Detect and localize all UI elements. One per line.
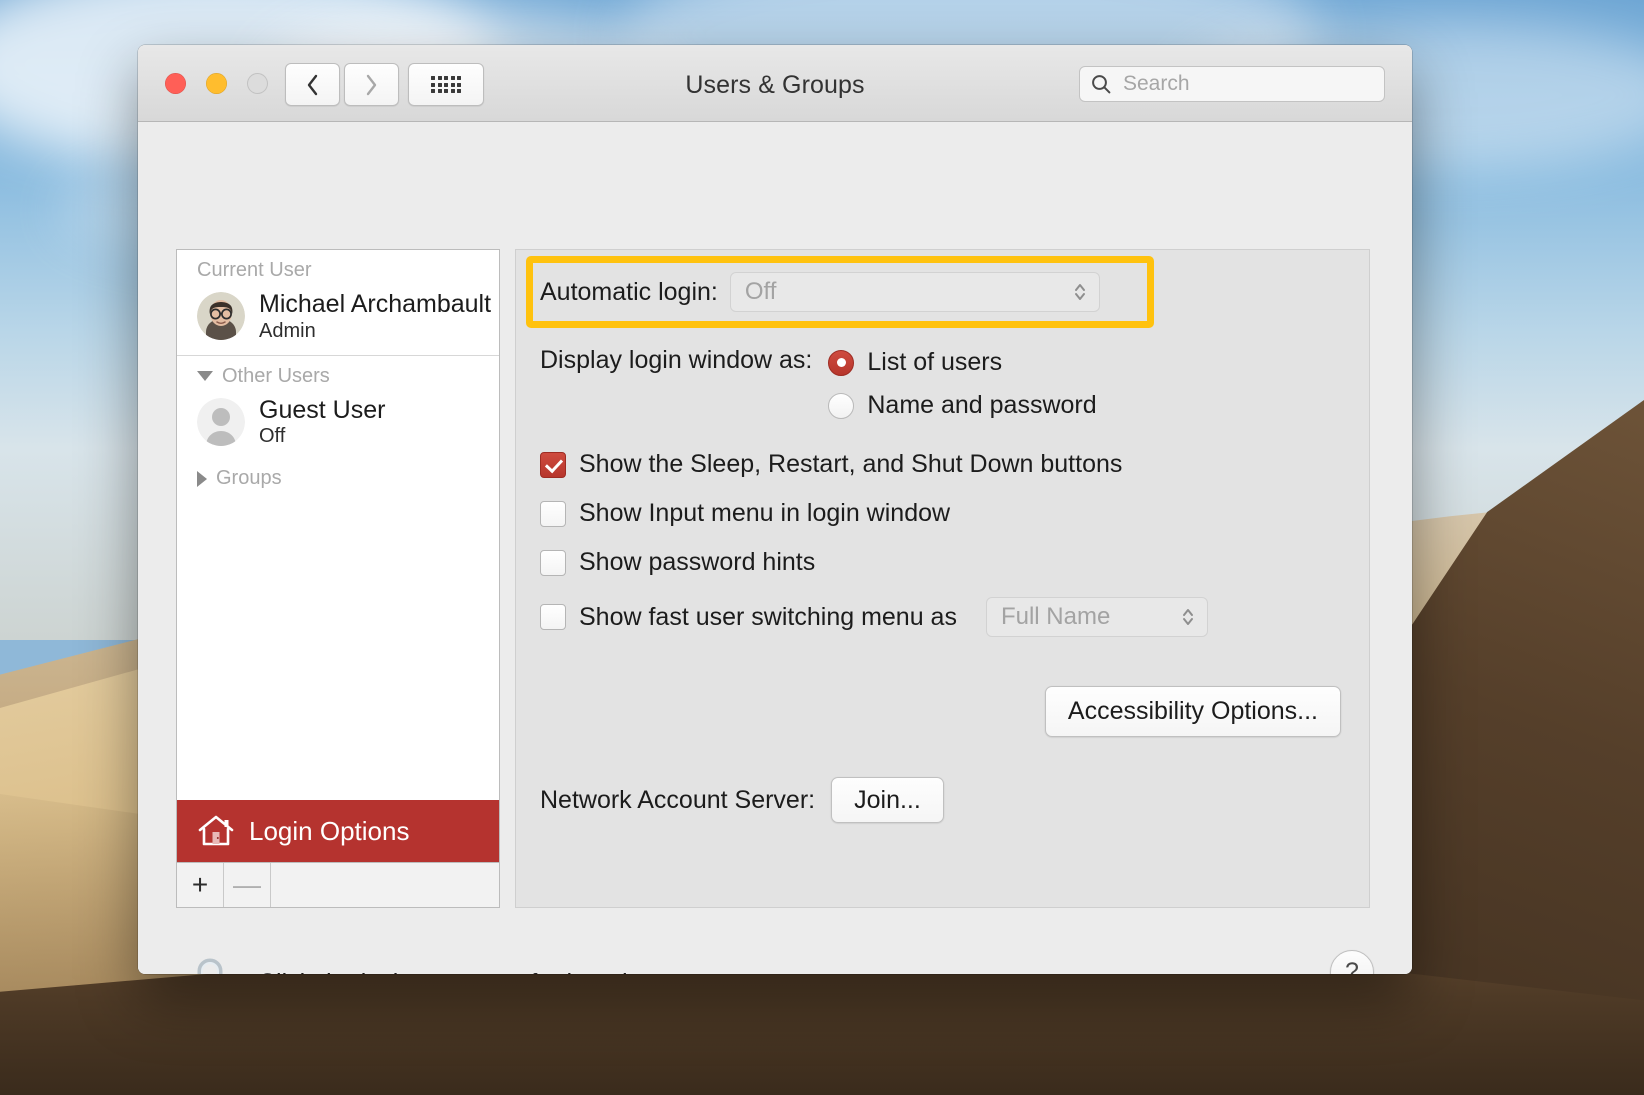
radio-list-of-users[interactable]: List of users bbox=[828, 348, 1096, 377]
current-user-name: Michael Archambault bbox=[259, 290, 492, 318]
radio-name-and-password-label: Name and password bbox=[867, 391, 1097, 419]
search-field[interactable] bbox=[1079, 66, 1385, 102]
automatic-login-row: Automatic login: Off bbox=[540, 272, 1100, 312]
login-options-panel: Automatic login: Off Display login windo… bbox=[515, 249, 1370, 908]
remove-user-label: — bbox=[233, 869, 261, 900]
checkbox-row-input-menu[interactable]: Show Input menu in login window bbox=[540, 499, 1208, 528]
sidebar-item-login-options[interactable]: Login Options bbox=[177, 800, 499, 862]
checkbox-row-fast-user-switching[interactable]: Show fast user switching menu as Full Na… bbox=[540, 597, 1208, 637]
radio-button-selected-icon[interactable] bbox=[828, 349, 855, 376]
login-options-label: Login Options bbox=[249, 815, 410, 846]
popup-stepper-icon bbox=[1180, 606, 1196, 628]
fast-user-switching-popup[interactable]: Full Name bbox=[985, 597, 1208, 637]
lock-notice-text: Click the lock to prevent further change… bbox=[258, 969, 711, 975]
display-login-window-label: Display login window as: bbox=[540, 346, 813, 374]
add-user-label: + bbox=[191, 869, 209, 900]
window-titlebar: Users & Groups bbox=[138, 45, 1412, 122]
network-account-server-row: Network Account Server: Join... bbox=[540, 777, 944, 823]
sidebar-toolbar-filler bbox=[271, 863, 499, 907]
system-preferences-window: Users & Groups Current User bbox=[138, 45, 1412, 974]
checkbox-icon[interactable] bbox=[540, 604, 566, 630]
user-photo-icon bbox=[197, 292, 245, 341]
automatic-login-value: Off bbox=[744, 278, 777, 305]
current-user-header: Current User bbox=[177, 250, 499, 286]
groups-header[interactable]: Groups bbox=[177, 458, 499, 494]
checkbox-label-sleep-restart-shutdown: Show the Sleep, Restart, and Shut Down b… bbox=[579, 450, 1123, 478]
disclosure-triangle-down-icon[interactable] bbox=[197, 371, 213, 381]
users-sidebar: Current User Michael Archambault Admin O… bbox=[176, 249, 500, 908]
join-button-label: Join... bbox=[854, 785, 921, 814]
radio-button-icon[interactable] bbox=[828, 392, 855, 419]
automatic-login-label: Automatic login: bbox=[540, 277, 718, 306]
unlocked-padlock-icon[interactable] bbox=[186, 954, 236, 974]
search-icon bbox=[1092, 75, 1111, 94]
accessibility-options-label: Accessibility Options... bbox=[1067, 697, 1318, 725]
add-user-button[interactable]: + bbox=[177, 863, 224, 907]
guest-user-icon bbox=[197, 397, 245, 446]
checkbox-label-input-menu: Show Input menu in login window bbox=[579, 499, 951, 527]
guest-user-status: Off bbox=[259, 425, 286, 447]
fast-user-switching-value: Full Name bbox=[1000, 603, 1111, 630]
sidebar-toolbar: + — bbox=[177, 862, 499, 907]
current-user-text: Michael Archambault Admin bbox=[259, 290, 491, 343]
checkbox-icon[interactable] bbox=[540, 500, 566, 527]
avatar bbox=[197, 292, 245, 341]
popup-stepper-icon bbox=[1072, 281, 1088, 303]
checkbox-checked-icon[interactable] bbox=[540, 451, 566, 478]
window-content: Current User Michael Archambault Admin O… bbox=[138, 122, 1412, 974]
other-users-header[interactable]: Other Users bbox=[177, 356, 499, 392]
join-button[interactable]: Join... bbox=[831, 777, 944, 823]
lock-notice: Click the lock to prevent further change… bbox=[186, 954, 711, 974]
network-account-server-label: Network Account Server: bbox=[540, 785, 816, 814]
checkbox-label-fast-user-switching: Show fast user switching menu as bbox=[579, 602, 957, 631]
search-input[interactable] bbox=[1121, 71, 1365, 97]
disclosure-triangle-right-icon[interactable] bbox=[197, 470, 207, 487]
guest-user-name: Guest User bbox=[259, 395, 386, 424]
radio-list-of-users-label: List of users bbox=[867, 348, 1003, 376]
radio-name-and-password[interactable]: Name and password bbox=[828, 391, 1097, 420]
display-login-window-row: Display login window as: List of users N… bbox=[540, 346, 1097, 420]
accessibility-options-button[interactable]: Accessibility Options... bbox=[1044, 686, 1341, 737]
avatar bbox=[197, 397, 245, 446]
sidebar-item-guest-user[interactable]: Guest User Off bbox=[177, 392, 499, 459]
checkbox-row-sleep-restart-shutdown[interactable]: Show the Sleep, Restart, and Shut Down b… bbox=[540, 450, 1208, 479]
help-button-label: ? bbox=[1345, 957, 1359, 975]
remove-user-button: — bbox=[224, 863, 271, 907]
guest-user-text: Guest User Off bbox=[259, 396, 385, 449]
current-user-role: Admin bbox=[259, 319, 316, 342]
checkbox-icon[interactable] bbox=[540, 549, 566, 576]
other-users-header-label: Other Users bbox=[222, 364, 330, 387]
automatic-login-popup[interactable]: Off bbox=[729, 272, 1100, 312]
house-icon bbox=[198, 815, 234, 846]
current-user-header-label: Current User bbox=[197, 259, 312, 281]
checkbox-label-password-hints: Show password hints bbox=[579, 548, 816, 576]
display-login-window-options: List of users Name and password bbox=[828, 346, 1097, 420]
sidebar-item-current-user[interactable]: Michael Archambault Admin bbox=[177, 286, 499, 353]
help-button[interactable]: ? bbox=[1330, 950, 1374, 974]
login-options-checkbox-list: Show the Sleep, Restart, and Shut Down b… bbox=[540, 450, 1208, 637]
checkbox-row-password-hints[interactable]: Show password hints bbox=[540, 548, 1208, 577]
groups-header-label: Groups bbox=[216, 467, 282, 489]
